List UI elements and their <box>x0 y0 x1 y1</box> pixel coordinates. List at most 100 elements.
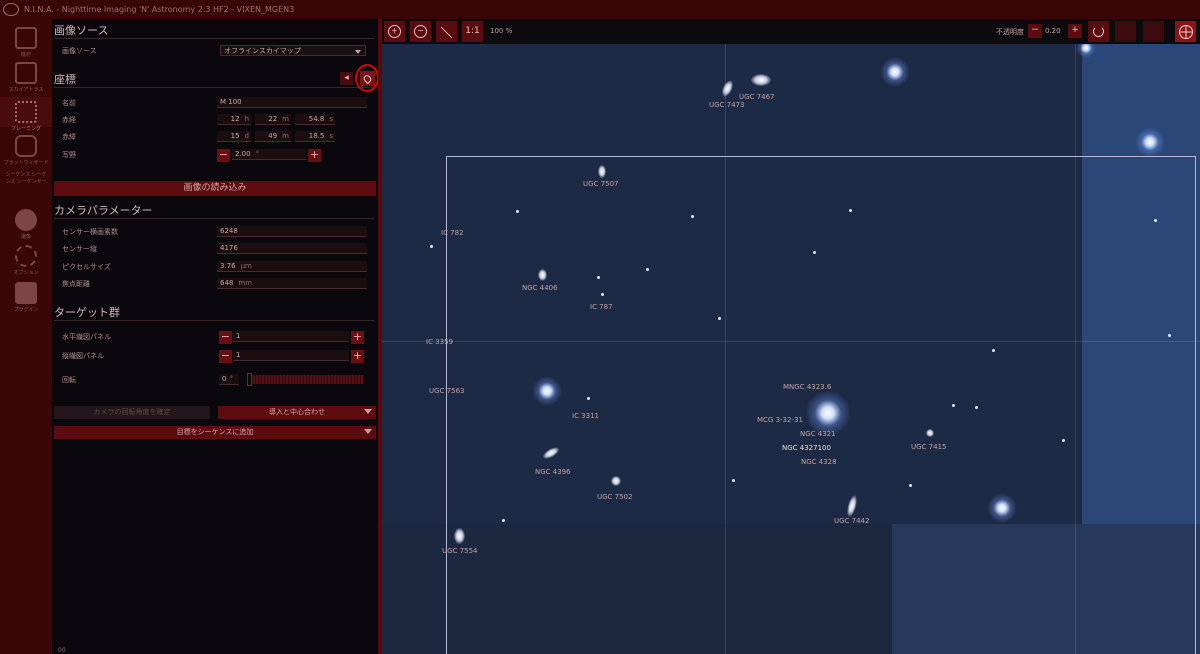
focal-length-row: 焦点距離 648 mm <box>62 278 372 290</box>
object-label: UGC 7473 <box>709 101 745 109</box>
sensor-width-label: センサー横画素数 <box>62 228 118 236</box>
v-panels-label: 縦繊図パネル <box>62 352 104 360</box>
dec-degrees-input[interactable]: 15 d <box>217 131 251 142</box>
star <box>597 276 600 279</box>
sequence-icon: シーケンス シーケンス シーケンサー <box>5 172 47 185</box>
nav-item-options[interactable]: オプション <box>0 245 52 276</box>
coordinates-header: 座標 <box>54 71 374 88</box>
image-source-header: 画像ソース <box>54 22 374 39</box>
one-to-one-button[interactable]: 1:1 <box>462 21 483 42</box>
rotation-slider-thumb[interactable] <box>247 373 252 386</box>
nav-item-equipment[interactable]: 機材 <box>0 27 52 58</box>
fit-button[interactable] <box>436 21 457 42</box>
object-label: NGC 4328 <box>801 458 837 466</box>
camera-params-header: カメラパラメーター <box>54 202 374 219</box>
galaxy <box>611 476 621 486</box>
imaging-icon <box>15 209 37 231</box>
ra-row: 赤経 12 h 22 m 54.8 s <box>62 114 372 126</box>
framing-panel: 画像ソース 画像ソース オフラインスカイマップ 座標 ◂ 名前 M 100 赤経… <box>52 19 379 654</box>
h-panels-label: 水平繊図パネル <box>62 333 111 341</box>
dec-minutes-input[interactable]: 49 m <box>255 131 291 142</box>
toolbar-button-disabled[interactable] <box>1115 21 1136 42</box>
v-panels-plus-button[interactable]: + <box>351 350 364 363</box>
load-image-button[interactable]: 画像の読み込み <box>54 181 376 196</box>
star <box>601 293 604 296</box>
rotation-input[interactable]: 0 ° <box>219 374 239 385</box>
h-panels-input[interactable]: 1 <box>233 331 349 342</box>
zoom-in-icon: + <box>388 25 401 38</box>
fov-minus-button[interactable]: − <box>217 149 230 162</box>
nav-item-skyatlas[interactable]: スカイアトラス <box>0 62 52 93</box>
nav-item-plugins[interactable]: プラグイン <box>0 282 52 313</box>
sensor-width-row: センサー横画素数 6248 <box>62 226 372 238</box>
object-label: IC 782 <box>441 229 464 237</box>
nav-item-sequence[interactable]: シーケンス シーケンス シーケンサー <box>4 171 48 185</box>
object-label: MNGC 4323.6 <box>783 383 832 391</box>
telescope-icon <box>15 27 37 49</box>
ra-label: 赤経 <box>62 116 76 124</box>
rotate-camera-button[interactable]: カメラの回転角度を確定 <box>54 406 210 419</box>
pixel-size-label: ピクセルサイズ <box>62 263 111 271</box>
opacity-minus-button[interactable]: − <box>1028 24 1042 38</box>
nav-item-framing[interactable]: フレーミング <box>0 97 52 132</box>
title-bar: N.I.N.A. - Nighttime Imaging 'N' Astrono… <box>0 0 1200 19</box>
object-label: MCG 3-32-31 <box>757 416 803 424</box>
star <box>516 210 519 213</box>
star <box>502 519 505 522</box>
zoom-out-icon: − <box>414 25 427 38</box>
refresh-button[interactable] <box>1088 21 1109 42</box>
opacity-plus-button[interactable]: + <box>1068 24 1082 38</box>
fov-plus-button[interactable]: + <box>308 149 321 162</box>
globe-button[interactable] <box>1175 21 1196 42</box>
nav-item-imaging[interactable]: 撮像 <box>0 209 52 240</box>
star <box>992 349 995 352</box>
object-label: UGC 7467 <box>739 93 775 101</box>
sky-map[interactable]: UGC 7467 UGC 7473 UGC 7507 IC 782 NGC 44… <box>382 19 1200 654</box>
zoom-out-button[interactable]: − <box>410 21 431 42</box>
sensor-height-input[interactable]: 4176 <box>217 243 367 254</box>
object-label: IC 3359 <box>426 338 453 346</box>
dec-seconds-input[interactable]: 18.5 s <box>295 131 335 142</box>
focal-length-input[interactable]: 648 mm <box>217 278 367 289</box>
object-label: NGC 4327100 <box>782 444 831 452</box>
slew-center-button[interactable]: 導入と中心合わせ <box>218 406 376 419</box>
v-panels-row: 縦繊図パネル − 1 + <box>62 350 372 363</box>
diagonal-arrows-icon <box>440 26 453 39</box>
h-panels-row: 水平繊図パネル − 1 + <box>62 331 372 344</box>
ra-minutes-input[interactable]: 22 m <box>255 114 291 125</box>
bright-star <box>987 493 1017 523</box>
zoom-in-button[interactable]: + <box>384 21 405 42</box>
object-label: UGC 7415 <box>911 443 947 451</box>
fov-input[interactable]: 2.00 ° <box>232 149 306 160</box>
galaxy <box>598 165 606 178</box>
gear-icon <box>15 245 37 267</box>
h-panels-plus-button[interactable]: + <box>351 331 364 344</box>
star <box>952 404 955 407</box>
rotation-slider[interactable] <box>247 375 364 384</box>
add-to-sequence-button[interactable]: 目標をシーケンスに追加 <box>54 426 376 439</box>
name-label: 名前 <box>62 99 76 107</box>
dec-row: 赤緯 15 d 49 m 18.5 s <box>62 131 372 143</box>
coordinates-left-button[interactable]: ◂ <box>340 72 353 85</box>
name-input[interactable]: M 100 <box>217 97 367 108</box>
star <box>646 268 649 271</box>
sensor-width-input[interactable]: 6248 <box>217 226 367 237</box>
image-source-select[interactable]: オフラインスカイマップ <box>220 45 366 56</box>
object-label: NGC 4396 <box>535 468 571 476</box>
toolbar-button-disabled[interactable] <box>1143 21 1164 42</box>
ra-seconds-input[interactable]: 54.8 s <box>295 114 335 125</box>
ra-hours-input[interactable]: 12 h <box>217 114 251 125</box>
opacity-value: 0.20 <box>1045 27 1061 35</box>
star <box>813 251 816 254</box>
star <box>430 245 433 248</box>
star <box>718 317 721 320</box>
object-label: UGC 7554 <box>442 547 478 555</box>
v-panels-input[interactable]: 1 <box>233 350 349 361</box>
v-panels-minus-button[interactable]: − <box>219 350 232 363</box>
pixel-size-input[interactable]: 3.76 μm <box>217 261 367 272</box>
zoom-level: 100 % <box>490 27 513 35</box>
sensor-height-row: センサー縦 4176 <box>62 243 372 255</box>
map-toolbar: + − 1:1 100 % 不透明度 − 0.20 + <box>382 19 1200 44</box>
nav-item-flat-wizard[interactable]: フラットウィザード <box>0 135 52 166</box>
h-panels-minus-button[interactable]: − <box>219 331 232 344</box>
